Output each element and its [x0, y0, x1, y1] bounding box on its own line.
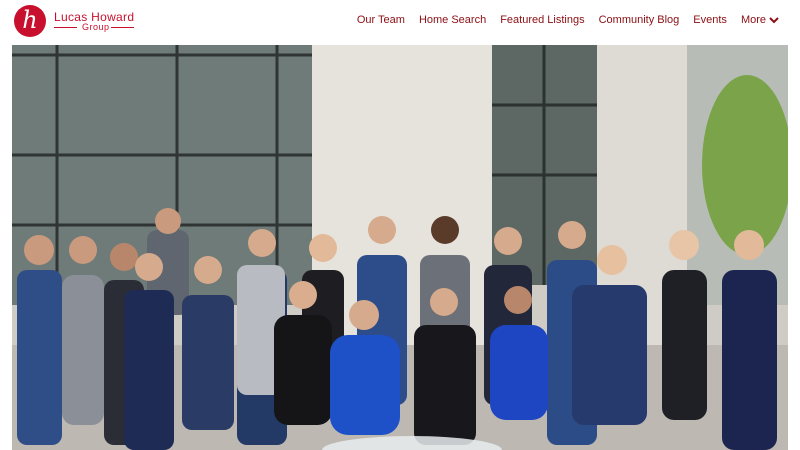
- logo-rule-right: [111, 27, 134, 28]
- nav-our-team[interactable]: Our Team: [350, 12, 412, 28]
- main-nav: Our Team Home Search Featured Listings C…: [350, 12, 786, 28]
- hero-team-photo: [12, 45, 788, 450]
- nav-community-blog[interactable]: Community Blog: [592, 12, 687, 28]
- nav-events[interactable]: Events: [686, 12, 734, 28]
- nav-featured-listings[interactable]: Featured Listings: [493, 12, 591, 28]
- logo-mark: h: [14, 5, 46, 37]
- nav-more-label: More: [740, 14, 766, 26]
- logo-rule-left: [54, 27, 77, 28]
- nav-home-search[interactable]: Home Search: [412, 12, 493, 28]
- tree-foliage: [702, 75, 788, 255]
- chevron-down-icon: [769, 17, 779, 24]
- team-photo-illustration: [12, 45, 788, 450]
- logo-subtitle: Group: [82, 22, 110, 32]
- brand-logo[interactable]: h Lucas Howard Group: [14, 5, 144, 39]
- nav-more[interactable]: More: [734, 12, 786, 28]
- site-header: h Lucas Howard Group Our Team Home Searc…: [0, 0, 800, 44]
